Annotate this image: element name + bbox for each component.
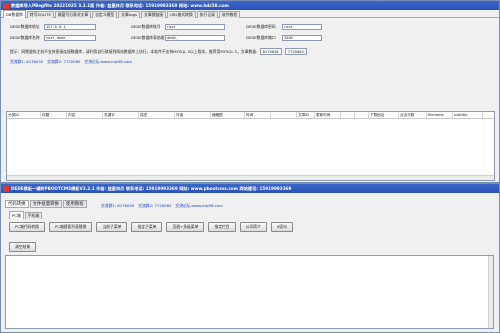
grid-header: 分类ID 标题 内容 关键字 描述 作者 缩略图 时间 文章ID 更新时间 下载… xyxy=(7,112,494,119)
tab-tags[interactable]: 文章tags xyxy=(118,11,141,18)
tab-links[interactable]: 文章搜链接 xyxy=(141,11,167,18)
current-submenu-button[interactable]: 当前子菜单 xyxy=(96,222,128,232)
qq-group-2-link[interactable]: 交流群2: 7720065 xyxy=(47,59,80,65)
tab-log[interactable]: 执行记录 xyxy=(196,11,218,18)
device-tab-bar: PC端 手机端 xyxy=(9,211,43,219)
qq-group-2-link[interactable]: 交流群2: 7720065 xyxy=(138,203,171,209)
pc-search-list-replace-button[interactable]: PC端搜索列表替换 xyxy=(48,222,93,232)
app-icon xyxy=(3,185,9,192)
db-pass-label: DEDE数据库密码 xyxy=(246,24,276,29)
db-port-row: DEDE数据库端口 3306 xyxy=(246,35,322,41)
db-name-row: DEDE数据库名称 test_dede xyxy=(10,35,96,41)
tab-tutorial[interactable]: 软件教程 xyxy=(218,11,241,18)
column-header[interactable]: 内容 xyxy=(67,112,103,118)
tab-tutorial[interactable]: 使用教程 xyxy=(62,200,87,208)
if-statement-button[interactable]: if语句 xyxy=(270,222,293,232)
qq-group-1-link[interactable]: 交流群1: 8176030 xyxy=(10,59,43,65)
tab-code-convert[interactable]: 代码转换 xyxy=(5,200,29,208)
qq-group-1-link[interactable]: 交流群1: 8176030 xyxy=(101,203,134,209)
tab-batch-convert[interactable]: 文件批量转换 xyxy=(29,200,62,208)
tab-bar: DB数据库 转写SQLITE 蜗窗号分表对文章 自定义模型 文章tags 文章搜… xyxy=(1,10,499,18)
db-name-label: DEDE数据库名称 xyxy=(10,35,40,40)
tab-sqlite[interactable]: 转写SQLITE xyxy=(26,11,54,18)
tab-mobile[interactable]: 手机端 xyxy=(24,212,43,219)
window-title: DEDE模板一键转PBOOTCMS模板V3.2.1 作者: 益星林月 联系电话:… xyxy=(11,185,292,191)
column-header[interactable] xyxy=(271,112,297,118)
db-pass-input[interactable]: root xyxy=(282,24,322,30)
db-pass-row: DEDE数据库密码 root xyxy=(246,24,322,30)
tab-url[interactable]: URL格式转换 xyxy=(167,11,196,18)
field-mapping-grid[interactable]: 分类ID 标题 内容 关键字 描述 作者 缩略图 时间 文章ID 更新时间 下载… xyxy=(6,111,495,181)
db-host-input[interactable]: 127.0.0.1 xyxy=(44,24,96,30)
window-title: 数据库导入PBegfite 20221025 3.2.1版 作者: 益星林月 联… xyxy=(11,2,229,8)
output-vertical-scrollbar[interactable] xyxy=(488,256,493,328)
column-header[interactable] xyxy=(355,112,369,118)
column-header[interactable]: 时间 xyxy=(245,112,271,118)
notice-text: 提示：网替虚拟主机不支持直接连接数据库，请利用自行联接到网站数据库上执行，本软件… xyxy=(10,49,258,54)
db-prefix-input[interactable]: dede_ xyxy=(165,35,225,41)
column-header[interactable]: 分类ID xyxy=(7,112,41,118)
tab-db[interactable]: DB数据库 xyxy=(3,10,26,18)
column-header[interactable]: subtitle xyxy=(453,112,483,118)
db-port-label: DEDE数据库端口 xyxy=(246,35,276,40)
main-window-importer: 数据库导入PBegfite 20221025 3.2.1版 作者: 益星林月 联… xyxy=(0,0,500,183)
column-header[interactable]: 点击次数 xyxy=(399,112,427,118)
article-count-a: 8176030 xyxy=(259,48,282,55)
tab-split[interactable]: 蜗窗号分表对文章 xyxy=(54,11,92,18)
column-header[interactable]: 下载地址 xyxy=(369,112,399,118)
clear-results-button[interactable]: 清空结果 xyxy=(9,242,37,252)
db-user-row: DEDE数据库账号 root xyxy=(131,24,225,30)
column-header[interactable]: 更新时间 xyxy=(315,112,341,118)
db-name-input[interactable]: test_dede xyxy=(44,35,96,41)
column-header[interactable]: 关键字 xyxy=(103,112,139,118)
app-icon xyxy=(3,2,9,9)
db-host-row: DEDE数据库地址 127.0.0.1 xyxy=(10,24,96,30)
column-header[interactable]: 文章ID xyxy=(297,112,315,118)
specified-submenu-button[interactable]: 指定子菜单 xyxy=(131,222,163,232)
pc-code-convert-button[interactable]: PC端代码转换 xyxy=(9,222,45,232)
db-user-label: DEDE数据库账号 xyxy=(131,24,161,29)
column-header[interactable]: 描述 xyxy=(139,112,175,118)
company-intro-button[interactable]: 公司简介 xyxy=(239,222,267,232)
header-multilevel-menu-button[interactable]: 页眉+多级菜单 xyxy=(166,222,205,232)
column-header[interactable]: 缩略图 xyxy=(211,112,245,118)
db-prefix-row: DEDE数据库表前缀 dede_ xyxy=(131,35,225,41)
db-user-input[interactable]: root xyxy=(165,24,225,30)
title-bar[interactable]: 数据库导入PBegfite 20221025 3.2.1版 作者: 益星林月 联… xyxy=(1,1,499,10)
db-host-label: DEDE数据库地址 xyxy=(10,24,40,29)
result-output-area[interactable] xyxy=(5,255,494,329)
qq-links-row: 交流群1: 8176030 交流群2: 7720065 交流论坛:www.hdz… xyxy=(101,203,223,209)
qq-links-row: 交流群1: 8176030 交流群2: 7720065 交流论坛:www.hdz… xyxy=(10,59,132,65)
notice-line: 提示：网替虚拟主机不支持直接连接数据库，请利用自行联接到网站数据库上执行，本软件… xyxy=(10,48,308,55)
column-header[interactable] xyxy=(341,112,355,118)
db-port-input[interactable]: 3306 xyxy=(282,35,322,41)
specified-column-button[interactable]: 指定栏目 xyxy=(208,222,236,232)
column-header[interactable]: 作者 xyxy=(175,112,211,118)
tab-pc[interactable]: PC端 xyxy=(9,211,24,219)
forum-link[interactable]: 交流论坛:www.hdz58.com xyxy=(175,203,223,209)
column-header[interactable]: filename xyxy=(427,112,453,118)
action-button-row: PC端代码转换 PC端搜索列表替换 当前子菜单 指定子菜单 页眉+多级菜单 指定… xyxy=(9,222,293,232)
title-bar[interactable]: DEDE模板一键转PBOOTCMS模板V3.2.1 作者: 益星林月 联系电话:… xyxy=(1,184,499,193)
column-header[interactable]: 标题 xyxy=(41,112,67,118)
main-tab-bar: 代码转换 文件批量转换 使用教程 xyxy=(5,200,88,208)
forum-link[interactable]: 交流论坛:www.hdz58.com xyxy=(84,59,132,65)
tab-custom-model[interactable]: 自定义模型 xyxy=(92,11,118,18)
db-prefix-label: DEDE数据库表前缀 xyxy=(131,35,165,40)
article-count-b: 7720065 xyxy=(284,48,307,55)
grid-horizontal-scrollbar[interactable] xyxy=(7,175,494,180)
